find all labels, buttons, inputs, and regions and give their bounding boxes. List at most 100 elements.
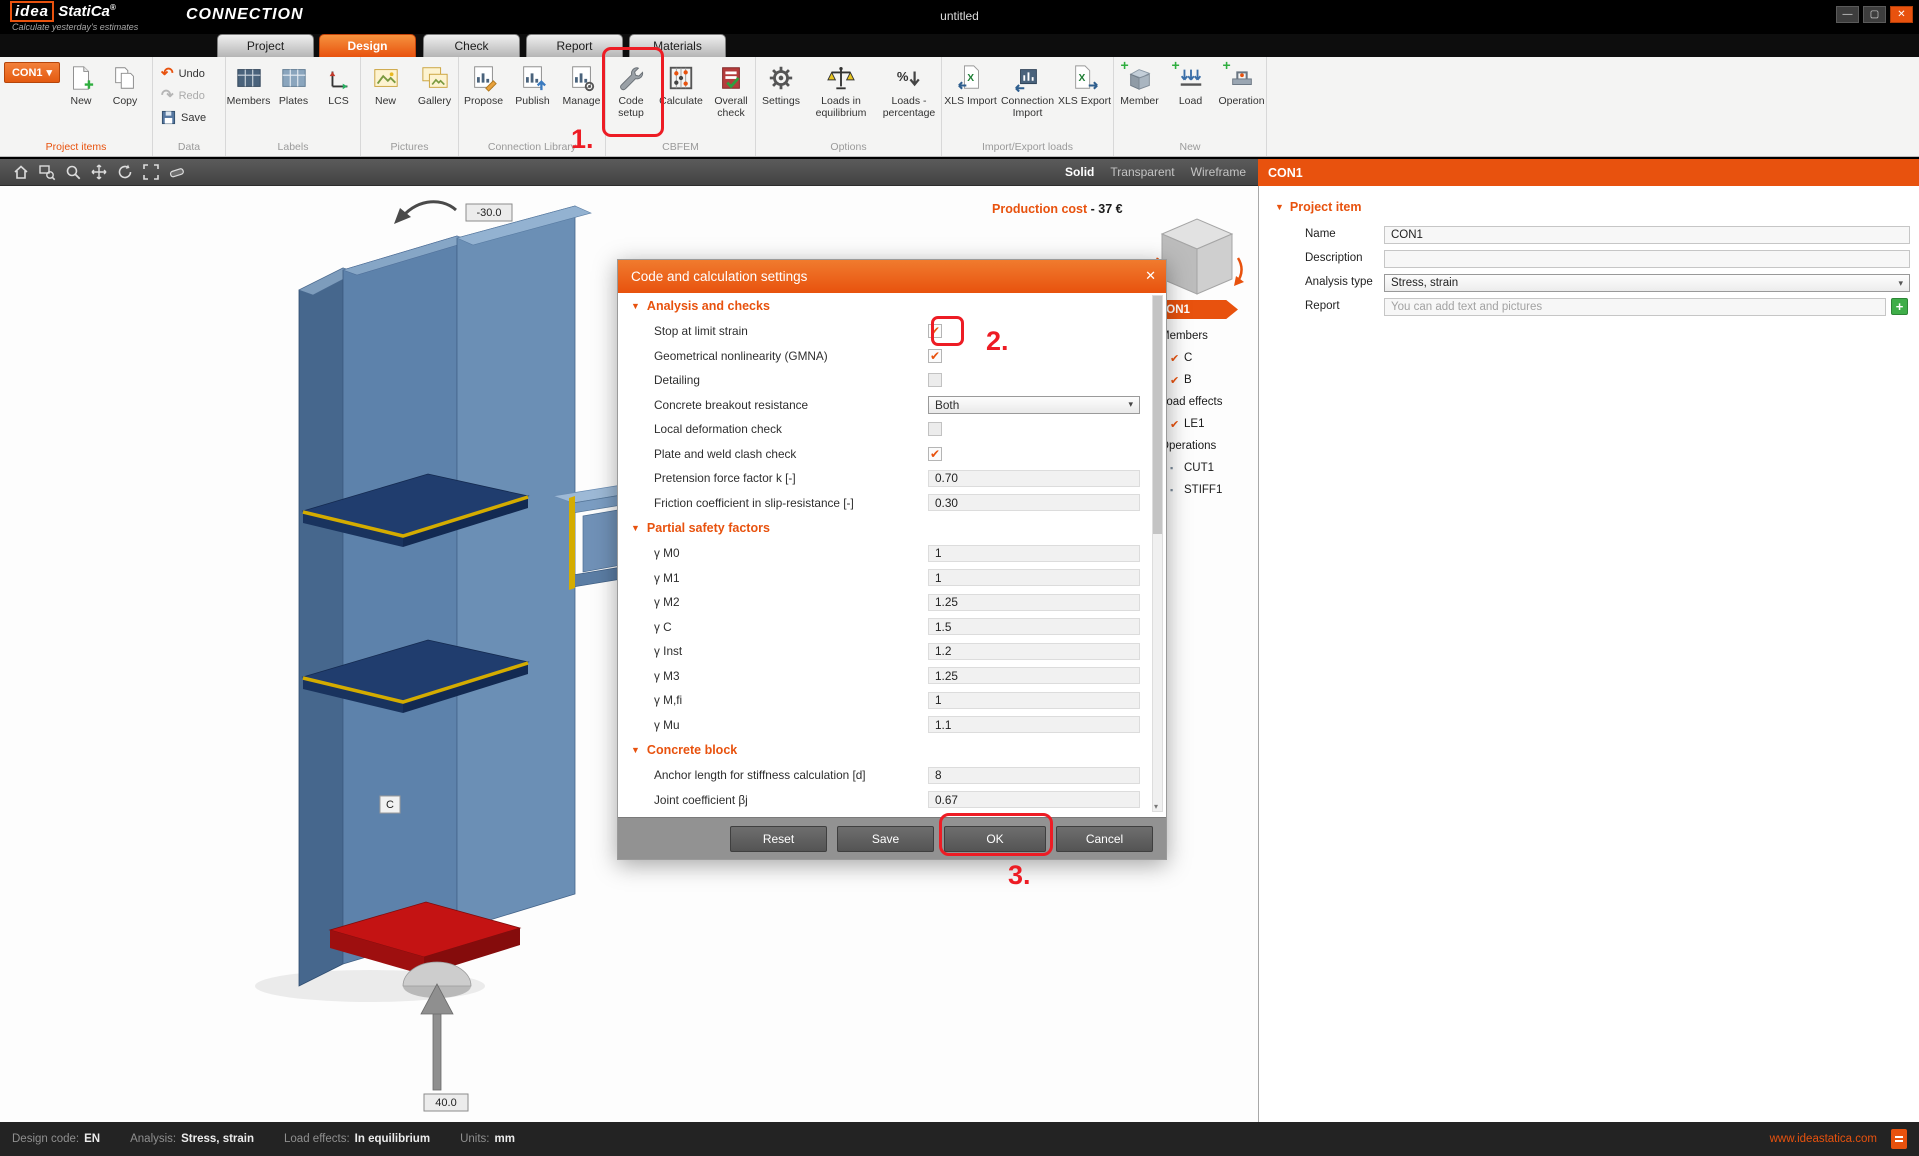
gamma-m3-input[interactable]: 1.25 [928, 667, 1140, 684]
clip-button[interactable] [164, 160, 190, 184]
setting-label: Anchor length for stiffness calculation … [654, 768, 928, 782]
concrete-breakout-select[interactable]: Both▾ [928, 396, 1140, 414]
xls-export-button[interactable]: X XLS Export [1056, 62, 1113, 108]
section-title: Partial safety factors [647, 521, 770, 535]
picture-icon [370, 62, 402, 94]
fit-view-button[interactable] [138, 160, 164, 184]
connection-import-button[interactable]: Connection Import [999, 62, 1056, 120]
dialog-header[interactable]: Code and calculation settings ✕ [618, 260, 1166, 293]
tab-materials[interactable]: Materials [629, 34, 726, 57]
section-analysis-and-checks[interactable]: ▼Analysis and checks [618, 293, 1166, 319]
overall-check-button[interactable]: Overall check [706, 62, 756, 120]
gamma-m0-input[interactable]: 1 [928, 545, 1140, 562]
home-view-button[interactable] [8, 160, 34, 184]
rotate-button[interactable] [112, 160, 138, 184]
scroll-down-icon[interactable]: ▾ [1154, 802, 1158, 811]
tree-item-c[interactable]: ✔C [1170, 348, 1192, 368]
add-report-button[interactable]: + [1891, 298, 1908, 315]
code-setup-button[interactable]: Code setup [606, 62, 656, 120]
pan-button[interactable] [86, 160, 112, 184]
mode-solid[interactable]: Solid [1065, 165, 1094, 179]
plates-labels-button[interactable]: Plates [271, 62, 316, 108]
new-picture-button[interactable]: New [361, 62, 410, 108]
pretension-factor-input[interactable]: 0.70 [928, 470, 1140, 487]
gamma-m2-input[interactable]: 1.25 [928, 594, 1140, 611]
tab-report[interactable]: Report [526, 34, 623, 57]
detailing-checkbox[interactable] [928, 373, 942, 387]
gamma-mfi-input[interactable]: 1 [928, 692, 1140, 709]
idea-statica-icon[interactable] [1891, 1129, 1907, 1149]
gallery-button[interactable]: Gallery [410, 62, 459, 108]
analysis-type-select[interactable]: Stress, strain ▾ [1384, 274, 1910, 292]
member-label-c[interactable]: C [380, 796, 400, 813]
save-button[interactable]: Save [161, 108, 206, 127]
save-settings-button[interactable]: Save [837, 826, 934, 852]
zoom-button[interactable] [60, 160, 86, 184]
members-labels-button[interactable]: Members [226, 62, 271, 108]
new-item-button[interactable]: New [60, 62, 102, 108]
dialog-scrollbar[interactable]: ▾ [1152, 295, 1163, 812]
plate-weld-clash-checkbox[interactable]: ✔ [928, 447, 942, 461]
tree-item-cut1[interactable]: ▪CUT1 [1170, 458, 1214, 478]
new-operation-button[interactable]: + Operation [1216, 62, 1267, 108]
undo-button[interactable]: ↶ Undo [161, 64, 205, 83]
zoom-window-button[interactable] [34, 160, 60, 184]
section-partial-safety-factors[interactable]: ▼Partial safety factors [618, 515, 1166, 541]
connection-import-icon [1012, 62, 1044, 94]
ok-button[interactable]: OK [944, 826, 1046, 852]
gmna-checkbox[interactable]: ✔ [928, 349, 942, 363]
calculate-button[interactable]: Calculate [656, 62, 706, 108]
friction-coefficient-input[interactable]: 0.30 [928, 494, 1140, 511]
propose-button[interactable]: Propose [459, 62, 508, 108]
scrollbar-thumb[interactable] [1153, 296, 1162, 534]
tree-item-le1[interactable]: ✔LE1 [1170, 414, 1204, 434]
setting-label: Joint coefficient βj [654, 793, 928, 807]
joint-coefficient-input[interactable]: 0.67 [928, 791, 1140, 808]
settings-button[interactable]: Settings [756, 62, 806, 108]
report-field[interactable]: You can add text and pictures [1384, 298, 1886, 316]
redo-button[interactable]: ↷ Redo [161, 86, 205, 105]
gamma-mu-input[interactable]: 1.1 [928, 716, 1140, 733]
steel-column[interactable] [299, 206, 591, 986]
reset-button[interactable]: Reset [730, 826, 827, 852]
tree-item-stiff1[interactable]: ▪STIFF1 [1170, 480, 1222, 500]
gamma-c-input[interactable]: 1.5 [928, 618, 1140, 635]
tab-project[interactable]: Project [217, 34, 314, 57]
minimize-button[interactable]: — [1836, 6, 1859, 23]
lcs-labels-button[interactable]: LCS [316, 62, 361, 108]
loads-in-equilibrium-button[interactable]: Loads in equilibrium [806, 62, 876, 120]
new-load-button[interactable]: + Load [1165, 62, 1216, 108]
gamma-m1-input[interactable]: 1 [928, 569, 1140, 586]
name-field[interactable]: CON1 [1384, 226, 1910, 244]
new-member-button[interactable]: + Member [1114, 62, 1165, 108]
maximize-button[interactable]: ▢ [1863, 6, 1886, 23]
description-field[interactable] [1384, 250, 1910, 268]
setting-label: γ M,fi [654, 693, 928, 707]
anchor-length-input[interactable]: 8 [928, 767, 1140, 784]
active-connection-dropdown[interactable]: CON1 ▾ [4, 62, 60, 83]
close-button[interactable]: ✕ [1890, 6, 1913, 23]
xls-import-button[interactable]: X XLS Import [942, 62, 999, 108]
dialog-close-icon[interactable]: ✕ [1145, 268, 1156, 284]
tab-design[interactable]: Design [319, 34, 416, 57]
fit-view-icon [142, 163, 160, 181]
project-item-section-header[interactable]: ▼ Project item [1275, 200, 1361, 214]
publish-button[interactable]: Publish [508, 62, 557, 108]
setting-label: Pretension force factor k [-] [654, 471, 928, 485]
tree-item-b[interactable]: ✔B [1170, 370, 1192, 390]
local-deformation-checkbox[interactable] [928, 422, 942, 436]
section-concrete-block[interactable]: ▼Concrete block [618, 737, 1166, 763]
copy-button[interactable]: Copy [104, 62, 146, 108]
cancel-button[interactable]: Cancel [1056, 826, 1153, 852]
website-link[interactable]: www.ideastatica.com [1770, 1133, 1877, 1145]
tab-check[interactable]: Check [423, 34, 520, 57]
row-detailing: Detailing [618, 368, 1166, 393]
loads-percentage-button[interactable]: % Loads - percentage [876, 62, 942, 120]
mode-wireframe[interactable]: Wireframe [1191, 165, 1246, 179]
gamma-inst-input[interactable]: 1.2 [928, 643, 1140, 660]
manage-button[interactable]: Manage [557, 62, 606, 108]
moment-arrow[interactable] [394, 202, 456, 224]
report-label: Report [1305, 300, 1340, 312]
stop-at-limit-strain-checkbox[interactable]: ✔ [928, 324, 942, 338]
mode-transparent[interactable]: Transparent [1110, 165, 1174, 179]
